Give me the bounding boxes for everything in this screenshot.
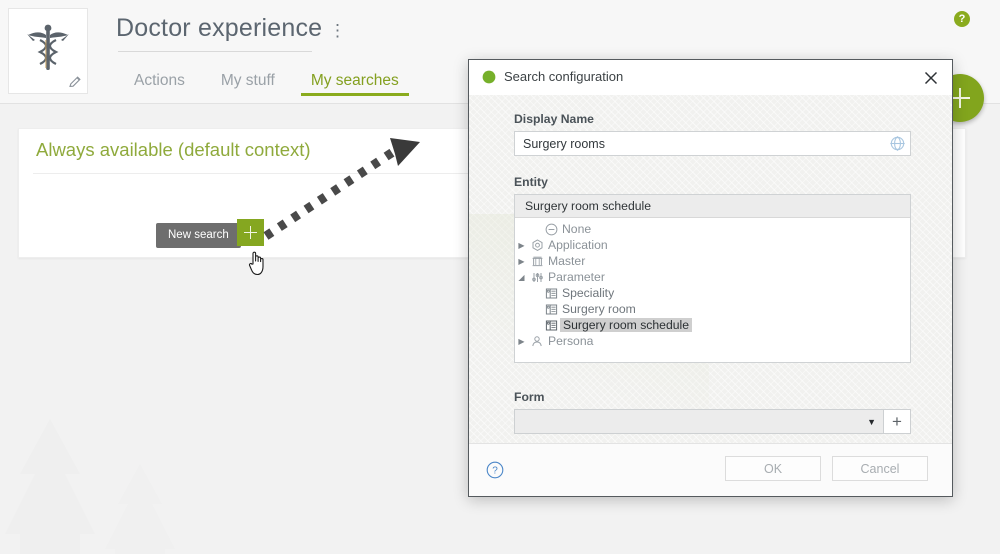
tab-bar: Actions My stuff My searches xyxy=(116,66,417,104)
tab-my-searches[interactable]: My searches xyxy=(293,66,417,96)
person-icon xyxy=(528,335,546,348)
tree-item-label: Persona xyxy=(548,334,594,348)
form-select[interactable]: ▼ xyxy=(514,409,884,434)
tree-item-speciality[interactable]: Speciality xyxy=(515,285,910,301)
app-logo-icon xyxy=(482,70,496,84)
sliders-icon xyxy=(528,271,546,284)
app-logo-tile[interactable] xyxy=(8,8,88,94)
title-underline xyxy=(118,51,312,52)
form-add-button[interactable]: + xyxy=(884,409,911,434)
twisty-expanded-icon[interactable]: ◢ xyxy=(515,273,528,282)
tree-item-label: Surgery room schedule xyxy=(560,318,692,332)
entity-label: Entity xyxy=(514,175,548,189)
dialog-title: Search configuration xyxy=(504,69,624,84)
entity-icon xyxy=(542,287,560,300)
dialog-body: Display Name Surgery rooms Entity Surger… xyxy=(469,95,952,444)
caret-down-icon[interactable]: ▼ xyxy=(867,417,876,427)
dialog-header: Search configuration xyxy=(469,60,952,95)
tree-item-label: Application xyxy=(548,238,608,252)
entity-selected-header: Surgery room schedule xyxy=(515,195,910,218)
card-title: Always available (default context) xyxy=(36,139,311,160)
new-search-tooltip: New search xyxy=(156,223,241,248)
entity-tree-list: None ▶ Application ▶ Master ◢ Parameter … xyxy=(515,218,910,349)
app-root: Doctor experience ⋮ Actions My stuff My … xyxy=(0,0,1000,554)
display-name-input[interactable]: Surgery rooms xyxy=(514,131,911,156)
hexagon-gear-icon xyxy=(528,238,546,252)
new-search-add-button[interactable] xyxy=(237,219,264,246)
hand-pointer-cursor xyxy=(248,251,264,276)
circle-minus-icon xyxy=(542,223,560,236)
twisty-collapsed-icon[interactable]: ▶ xyxy=(515,241,528,250)
display-name-label: Display Name xyxy=(514,112,594,126)
caduceus-icon xyxy=(27,24,69,70)
form-label: Form xyxy=(514,390,545,404)
ok-button[interactable]: OK xyxy=(725,456,821,481)
svg-text:?: ? xyxy=(492,466,498,477)
tree-item-label: Parameter xyxy=(548,270,605,284)
help-badge-icon[interactable]: ? xyxy=(954,11,970,27)
background-watermark xyxy=(5,419,175,554)
question-circle-icon[interactable]: ? xyxy=(486,461,504,479)
vertical-ellipsis-icon[interactable]: ⋮ xyxy=(329,22,346,42)
tree-item-none[interactable]: None xyxy=(515,221,910,237)
entity-icon xyxy=(542,303,560,316)
tree-item-master[interactable]: ▶ Master xyxy=(515,253,910,269)
cancel-button[interactable]: Cancel xyxy=(832,456,928,481)
dialog-footer: ? OK Cancel xyxy=(469,443,952,496)
tree-item-surgery-room-schedule[interactable]: Surgery room schedule xyxy=(515,317,910,333)
tree-item-label: None xyxy=(562,222,592,236)
page-title: Doctor experience xyxy=(116,14,323,42)
tree-item-label: Master xyxy=(548,254,586,268)
pencil-icon[interactable] xyxy=(68,75,82,89)
tab-actions[interactable]: Actions xyxy=(116,66,203,96)
display-name-value: Surgery rooms xyxy=(523,136,605,151)
form-row: ▼ + xyxy=(514,409,911,434)
search-configuration-dialog: Search configuration Display Name Surger… xyxy=(468,59,953,497)
tree-item-surgery-room[interactable]: Surgery room xyxy=(515,301,910,317)
globe-translate-icon[interactable] xyxy=(884,136,910,151)
entity-tree[interactable]: Surgery room schedule None ▶ Application… xyxy=(514,194,911,363)
twisty-collapsed-icon[interactable]: ▶ xyxy=(515,257,528,266)
tab-my-stuff[interactable]: My stuff xyxy=(203,66,293,96)
tree-item-label: Speciality xyxy=(562,286,615,300)
close-icon[interactable] xyxy=(920,67,942,89)
twisty-collapsed-icon[interactable]: ▶ xyxy=(515,337,528,346)
bank-icon xyxy=(528,255,546,268)
tree-item-application[interactable]: ▶ Application xyxy=(515,237,910,253)
tree-item-persona[interactable]: ▶ Persona xyxy=(515,333,910,349)
tree-item-label: Surgery room xyxy=(562,302,636,316)
tree-item-parameter[interactable]: ◢ Parameter xyxy=(515,269,910,285)
entity-icon xyxy=(542,319,560,332)
